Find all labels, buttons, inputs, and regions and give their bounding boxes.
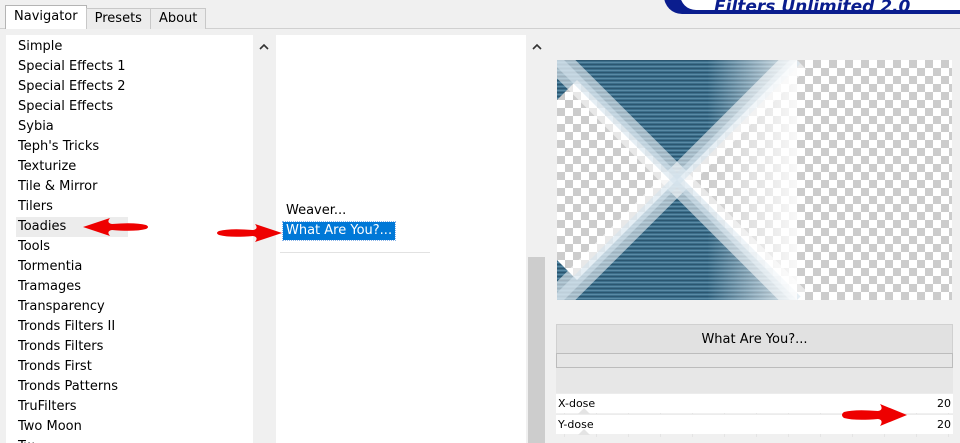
scroll-up-button[interactable] [253, 35, 274, 57]
category-item[interactable]: Special Effects 2 [16, 77, 128, 97]
category-item[interactable]: Transparency [16, 297, 128, 317]
tab-presets[interactable]: Presets [85, 8, 151, 29]
category-item[interactable]: Tile & Mirror [16, 177, 128, 197]
category-item[interactable]: Tw... [16, 437, 128, 443]
progress-bar [556, 353, 953, 368]
category-item[interactable]: Tormentia [16, 257, 128, 277]
preview-image [557, 60, 952, 300]
tab-bar: Navigator Presets About [5, 5, 207, 29]
controls-area [556, 368, 953, 394]
slider-value: 20 [937, 397, 951, 410]
slider-value: 20 [937, 418, 951, 431]
category-item[interactable]: Simple [16, 37, 128, 57]
annotation-arrow-icon [83, 218, 148, 236]
category-item[interactable]: Tronds Filters [16, 337, 128, 357]
filter-items: Weaver... What Are You?... [280, 198, 430, 253]
scrollbar-thumb[interactable] [528, 257, 545, 443]
category-item[interactable]: Tronds First [16, 357, 128, 377]
filter-scrollbar[interactable] [526, 35, 547, 443]
tab-navigator[interactable]: Navigator [5, 5, 87, 29]
chevron-up-icon [258, 43, 269, 50]
category-item[interactable]: TruFilters [16, 397, 128, 417]
annotation-arrow-icon [842, 404, 907, 426]
slider-thumb[interactable] [578, 429, 590, 435]
category-item[interactable]: Sybia [16, 117, 128, 137]
category-item[interactable]: Tramages [16, 277, 128, 297]
preview-canvas [557, 60, 952, 300]
chevron-up-icon [531, 43, 542, 50]
category-item[interactable]: Special Effects 1 [16, 57, 128, 77]
category-item[interactable]: Tronds Filters II [16, 317, 128, 337]
tab-about[interactable]: About [149, 8, 207, 29]
scroll-up-button[interactable] [526, 35, 547, 57]
filters-unlimited-window: Filters Unlimited 2.0 Navigator Presets … [0, 0, 960, 443]
filter-item-what-are-you[interactable]: What Are You?... [281, 221, 397, 241]
selected-filter-label: What Are You?... [701, 331, 808, 347]
category-item[interactable]: Tools [16, 237, 128, 257]
category-item[interactable]: Teph's Tricks [16, 137, 128, 157]
app-banner: Filters Unlimited 2.0 [664, 0, 960, 14]
category-item[interactable]: Texturize [16, 157, 128, 177]
category-item[interactable]: Special Effects [16, 97, 128, 117]
filter-item-weaver[interactable]: Weaver... [283, 202, 349, 220]
selected-filter-name: What Are You?... [556, 324, 953, 354]
category-items: Simple Special Effects 1 Special Effects 2… [16, 37, 128, 443]
app-title: Filters Unlimited 2.0 [714, 0, 911, 14]
category-item[interactable]: Two Moon [16, 417, 128, 437]
annotation-arrow-icon [217, 224, 282, 242]
category-item[interactable]: Tronds Patterns [16, 377, 128, 397]
filter-list[interactable]: Weaver... What Are You?... [276, 35, 526, 443]
